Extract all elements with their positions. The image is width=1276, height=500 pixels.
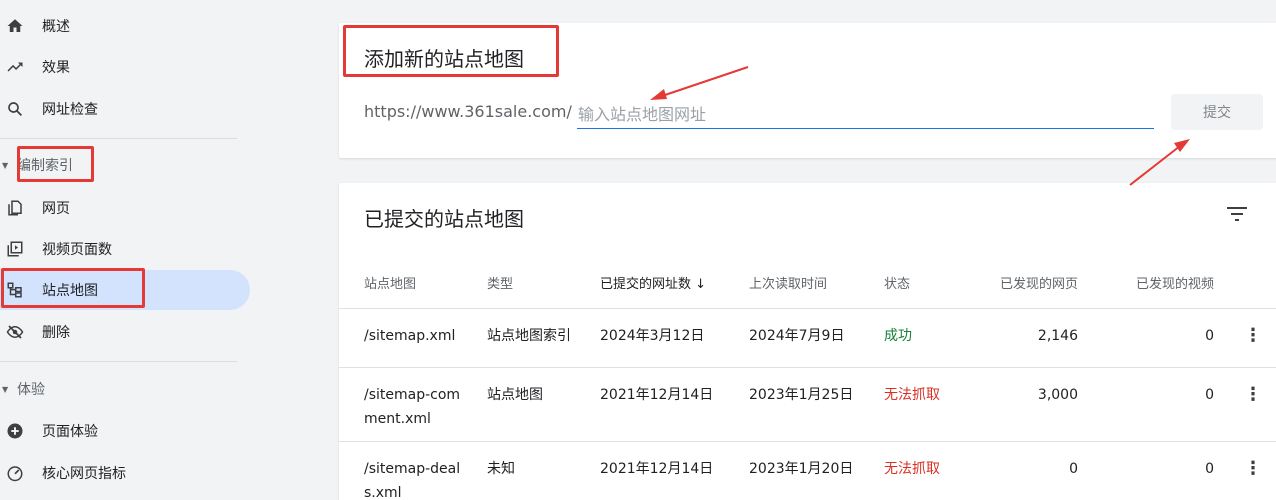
table-row[interactable]: /sitemap-comment.xml 站点地图 2021年12月14日 20…: [339, 367, 1276, 442]
add-circle-icon: [5, 421, 25, 441]
cell-discovered-pages: 0: [974, 441, 1078, 500]
column-header-sitemap[interactable]: 站点地图: [339, 258, 487, 309]
submitted-sitemaps-title: 已提交的站点地图: [364, 207, 524, 231]
sidebar-item-label: 效果: [42, 60, 70, 76]
section-label: 体验: [17, 382, 45, 398]
search-icon: [5, 99, 25, 119]
column-header-discovered-videos[interactable]: 已发现的视频: [1078, 258, 1214, 309]
cell-sitemap: /sitemap-comment.xml: [339, 367, 487, 442]
sidebar-item-url-inspection[interactable]: 网址检查: [0, 89, 250, 129]
sidebar-nav: 概述 效果 网址检查 ▼ 编制索引 网页 视频页面数 站点地图 删除 ▼ 体验 …: [0, 0, 262, 500]
column-header-submitted-urls[interactable]: 已提交的网址数 ↓: [600, 258, 749, 309]
column-header-label: 已提交的网址数: [600, 277, 692, 293]
cell-submitted: 2021年12月14日: [600, 367, 749, 442]
sidebar-item-overview[interactable]: 概述: [0, 6, 250, 46]
more-vert-icon[interactable]: ⋮: [1241, 383, 1265, 407]
cell-status: 无法抓取: [884, 367, 974, 442]
pages-icon: [5, 198, 25, 218]
sitemaps-table: 站点地图 类型 已提交的网址数 ↓ 上次读取时间 状态 已发现的网页 已发现的视…: [339, 258, 1276, 500]
table-header-row: 站点地图 类型 已提交的网址数 ↓ 上次读取时间 状态 已发现的网页 已发现的视…: [339, 258, 1276, 309]
home-icon: [5, 16, 25, 36]
sidebar-item-label: 删除: [42, 325, 70, 341]
trending-up-icon: [5, 57, 25, 77]
column-header-last-read[interactable]: 上次读取时间: [749, 258, 884, 309]
visibility-off-icon: [5, 322, 25, 342]
more-vert-icon[interactable]: ⋮: [1241, 324, 1265, 348]
column-header-type[interactable]: 类型: [487, 258, 600, 309]
sidebar-divider: [0, 138, 237, 139]
sidebar-item-performance[interactable]: 效果: [0, 47, 250, 87]
filter-icon[interactable]: [1226, 205, 1248, 223]
cell-submitted: 2024年3月12日: [600, 308, 749, 368]
cell-sitemap: /sitemap.xml: [339, 308, 487, 368]
sidebar-item-label: 页面体验: [42, 424, 98, 440]
cell-last-read: 2023年1月20日: [749, 441, 884, 500]
caret-down-icon: ▼: [2, 160, 9, 170]
cell-discovered-pages: 2,146: [974, 308, 1078, 368]
sitemap-url-input[interactable]: [577, 103, 1154, 129]
sidebar-item-pages[interactable]: 网页: [0, 188, 250, 228]
more-vert-icon[interactable]: ⋮: [1241, 457, 1265, 481]
url-prefix: https://www.361sale.com/: [364, 102, 572, 121]
sidebar-item-label: 核心网页指标: [42, 466, 126, 482]
table-row[interactable]: /sitemap-deals.xml 未知 2021年12月14日 2023年1…: [339, 441, 1276, 500]
sidebar-item-label: 网址检查: [42, 102, 98, 118]
sidebar-divider: [0, 361, 237, 362]
speed-gauge-icon: [5, 463, 25, 483]
cell-discovered-videos: 0: [1078, 441, 1214, 500]
annotation-box-sitemaps-nav: [1, 268, 145, 308]
column-header-actions: [1214, 258, 1276, 309]
sidebar-item-label: 概述: [42, 19, 70, 35]
cell-discovered-pages: 3,000: [974, 367, 1078, 442]
sidebar-item-page-experience[interactable]: 页面体验: [0, 411, 250, 451]
annotation-box-indexing: [17, 146, 94, 182]
cell-last-read: 2023年1月25日: [749, 367, 884, 442]
video-pages-icon: [5, 239, 25, 259]
sidebar-item-video-pages[interactable]: 视频页面数: [0, 229, 250, 269]
sidebar-item-core-web-vitals[interactable]: 核心网页指标: [0, 453, 250, 493]
submitted-sitemaps-card: 已提交的站点地图 站点地图 类型 已提交的网址数 ↓ 上次读取时间 状态 已发现…: [339, 183, 1276, 500]
cell-sitemap: /sitemap-deals.xml: [339, 441, 487, 500]
cell-type: 站点地图索引: [487, 308, 600, 368]
cell-status: 成功: [884, 308, 974, 368]
table-row[interactable]: /sitemap.xml 站点地图索引 2024年3月12日 2024年7月9日…: [339, 308, 1276, 368]
column-header-discovered-pages[interactable]: 已发现的网页: [974, 258, 1078, 309]
cell-submitted: 2021年12月14日: [600, 441, 749, 500]
sidebar-item-label: 网页: [42, 201, 70, 217]
annotation-box-add-title: [343, 25, 559, 77]
submit-button[interactable]: 提交: [1171, 94, 1263, 130]
sidebar-item-label: 视频页面数: [42, 242, 112, 258]
caret-down-icon: ▼: [2, 384, 9, 394]
cell-type: 未知: [487, 441, 600, 500]
sidebar-item-removals[interactable]: 删除: [0, 312, 250, 352]
cell-status: 无法抓取: [884, 441, 974, 500]
cell-last-read: 2024年7月9日: [749, 308, 884, 368]
sort-arrow-icon: ↓: [695, 277, 707, 293]
column-header-status[interactable]: 状态: [884, 258, 974, 309]
cell-type: 站点地图: [487, 367, 600, 442]
cell-discovered-videos: 0: [1078, 367, 1214, 442]
cell-discovered-videos: 0: [1078, 308, 1214, 368]
